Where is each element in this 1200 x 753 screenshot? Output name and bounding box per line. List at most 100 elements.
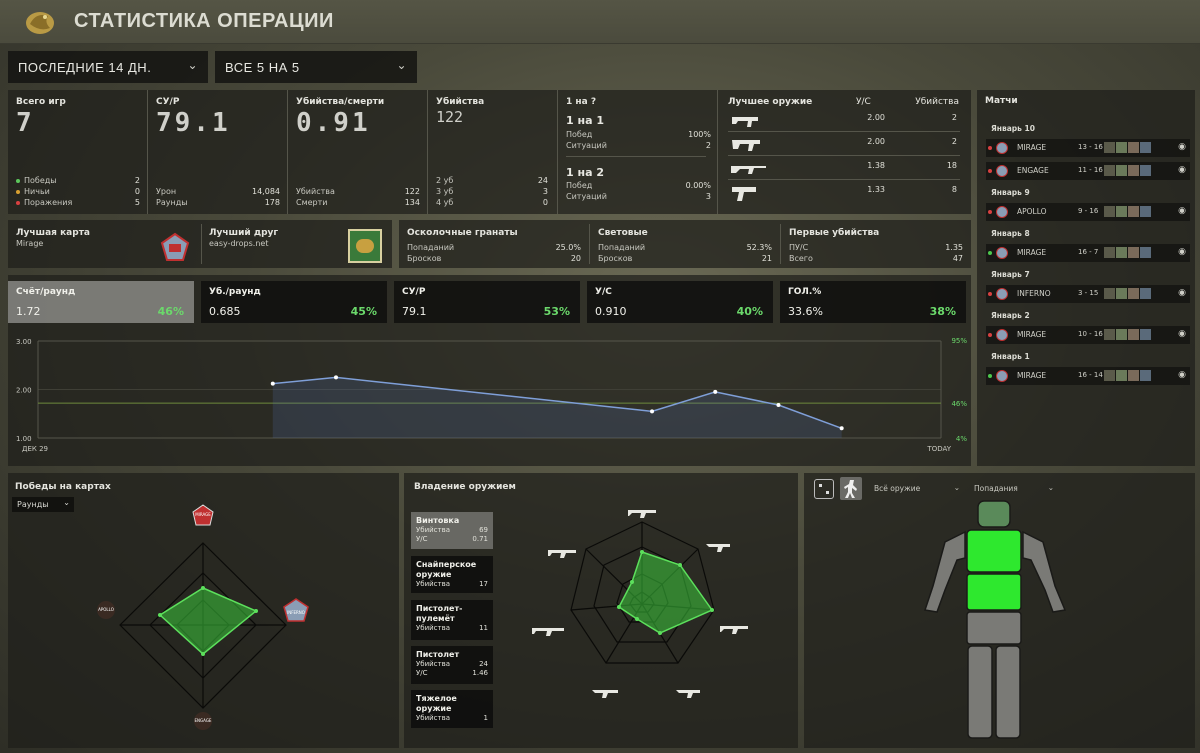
clutch-1v2-win: 0.00% — [685, 181, 711, 190]
avatar — [1116, 247, 1127, 258]
match-date-header: Январь 7 — [991, 270, 1030, 279]
best-map-value: Mirage — [16, 239, 44, 248]
maps-radar-chart: MIRAGE INFERNO APOLLO ENGAGE — [97, 504, 309, 730]
rifle-icon — [720, 626, 748, 634]
counter-terrorist-icon[interactable] — [840, 477, 862, 500]
map-icon — [996, 165, 1008, 177]
tab-title: Счёт/раунд — [16, 287, 76, 297]
tab-value: 0.685 — [209, 305, 241, 318]
clutch-1v2-win-label: Побед — [566, 181, 593, 190]
adr-value: 79.1 — [156, 108, 231, 138]
map-icon — [996, 247, 1008, 259]
best-weapon-kills: 18 — [946, 161, 957, 170]
best-weapon-kd: 2.00 — [867, 113, 885, 122]
friend-avatar[interactable] — [348, 229, 382, 263]
weapon-stat-value: 69 — [479, 526, 488, 534]
matches-title: Матчи — [985, 96, 1018, 106]
deaths-label: Смерти — [296, 198, 328, 207]
match-players — [1104, 329, 1151, 340]
avatar — [1116, 288, 1127, 299]
kd-value: 0.91 — [296, 108, 371, 138]
data-point — [713, 389, 718, 394]
match-score: 16 - 14 — [1078, 371, 1103, 379]
map-icon-label: APOLLO — [98, 607, 114, 612]
avatar — [1128, 247, 1139, 258]
period-dropdown[interactable]: ПОСЛЕДНИЕ 14 ДН. ⌄ — [8, 51, 208, 83]
mode-dropdown[interactable]: ВСЕ 5 НА 5 ⌄ — [215, 51, 417, 83]
tab-headshot[interactable]: ГОЛ.% 33.6% 38% — [780, 281, 966, 323]
match-row[interactable]: MIRAGE 10 - 16 ◉ — [986, 326, 1190, 344]
clutch-1v2-sit-label: Ситуаций — [566, 192, 607, 201]
watch-replay-icon[interactable]: ◉ — [1178, 165, 1186, 175]
weapon-stat-value: 17 — [479, 580, 488, 588]
watch-replay-icon[interactable]: ◉ — [1178, 370, 1186, 380]
weapon-stat-label: Убийства — [416, 624, 451, 632]
mirage-map-icon — [160, 232, 190, 261]
chest-region — [966, 529, 1022, 573]
avatar — [1128, 142, 1139, 153]
tab-score-per-round[interactable]: Счёт/раунд 1.72 46% — [8, 281, 194, 323]
kills-total: 122 — [436, 108, 464, 126]
match-result-dot — [988, 374, 992, 378]
watch-replay-icon[interactable]: ◉ — [1178, 142, 1186, 152]
watch-replay-icon[interactable]: ◉ — [1178, 206, 1186, 216]
watch-replay-icon[interactable]: ◉ — [1178, 329, 1186, 339]
weapon-stat-label: Убийства — [416, 580, 451, 588]
weapon-category-name: Тяжелое оружие — [416, 694, 457, 713]
match-row[interactable]: MIRAGE 13 - 16 ◉ — [986, 139, 1190, 157]
head-region — [977, 500, 1011, 528]
adr-block: СУ/Р 79.1 Урон 14,084 Раунды 178 — [148, 90, 288, 214]
map-icon — [996, 206, 1008, 218]
tab-kd[interactable]: У/С 0.910 40% — [587, 281, 773, 323]
tab-kills-per-round[interactable]: Уб./раунд 0.685 45% — [201, 281, 387, 323]
avatar — [1104, 247, 1115, 258]
best-weapon-kd: 1.38 — [867, 161, 885, 170]
header-bar: СТАТИСТИКА ОПЕРАЦИИ — [0, 0, 1200, 44]
weapon-category-rifle[interactable]: Винтовка Убийства 69 У/С 0.71 — [411, 512, 493, 549]
match-row[interactable]: MIRAGE 16 - 7 ◉ — [986, 244, 1190, 262]
watch-replay-icon[interactable]: ◉ — [1178, 247, 1186, 257]
avatar — [1104, 165, 1115, 176]
utility-panel: Осколочные гранаты Попаданий 25.0% Броско… — [399, 220, 971, 268]
first-kills-kd: 1.35 — [945, 243, 963, 252]
first-kills-label: Первые убийства — [789, 228, 880, 238]
match-row[interactable]: INFERNO 3 - 15 ◉ — [986, 285, 1190, 303]
maps-metric-dropdown[interactable]: Раунды ⌄ — [12, 497, 74, 512]
favorites-panel: Лучшая карта Mirage Лучший друг easy-dro… — [8, 220, 392, 268]
tab-percentile: 45% — [350, 305, 377, 318]
match-row[interactable]: APOLLO 9 - 16 ◉ — [986, 203, 1190, 221]
match-players — [1104, 370, 1151, 381]
first-kills-total-label: Всего — [789, 254, 813, 263]
rounds-label: Раунды — [156, 198, 188, 207]
flash-throw-label: Бросков — [598, 254, 633, 263]
weapon-category-name: Пистолет-пулемёт — [416, 604, 463, 623]
hits-filter-value: Попадания — [974, 484, 1018, 493]
match-result-dot — [988, 333, 992, 337]
weapon-category-smg[interactable]: Пистолет-пулемёт Убийства 11 — [411, 600, 493, 640]
tab-title: ГОЛ.% — [788, 287, 822, 297]
weapon-filter-dropdown[interactable]: Всё оружие ⌄ — [874, 483, 960, 493]
watch-replay-icon[interactable]: ◉ — [1178, 288, 1186, 298]
map-icon — [996, 370, 1008, 382]
map-icon-label: ENGAGE — [195, 718, 212, 723]
match-date-header: Январь 9 — [991, 188, 1030, 197]
match-row[interactable]: MIRAGE 16 - 14 ◉ — [986, 367, 1190, 385]
trend-line-chart: 3.00 2.00 1.00 95% 46% 4% ДЕК 29 TODAY — [16, 337, 967, 453]
draws-value: 0 — [134, 187, 140, 196]
weapon-category-sniper[interactable]: Снайперское оружие Убийства 17 — [411, 556, 493, 593]
clutch-1v2-sit: 3 — [705, 192, 711, 201]
dice-icon[interactable] — [814, 479, 834, 499]
weapon-stat-value: 1.46 — [472, 669, 488, 677]
best-weapon-kills: 2 — [951, 137, 957, 146]
weapon-category-pistol[interactable]: Пистолет Убийства 24 У/С 1.46 — [411, 646, 493, 684]
tab-adr[interactable]: СУ/Р 79.1 53% — [394, 281, 580, 323]
damage-value: 14,084 — [252, 187, 280, 196]
best-weapon-label: Лучшее оружие — [728, 97, 813, 107]
hits-filter-dropdown[interactable]: Попадания ⌄ — [974, 483, 1054, 493]
match-score: 16 - 7 — [1078, 248, 1099, 256]
shotgun-icon — [592, 690, 618, 698]
match-row[interactable]: ENGAGE 11 - 16 ◉ — [986, 162, 1190, 180]
pelvis-region — [966, 611, 1022, 645]
weapon-category-heavy[interactable]: Тяжелое оружие Убийства 1 — [411, 690, 493, 728]
match-score: 13 - 16 — [1078, 143, 1103, 151]
